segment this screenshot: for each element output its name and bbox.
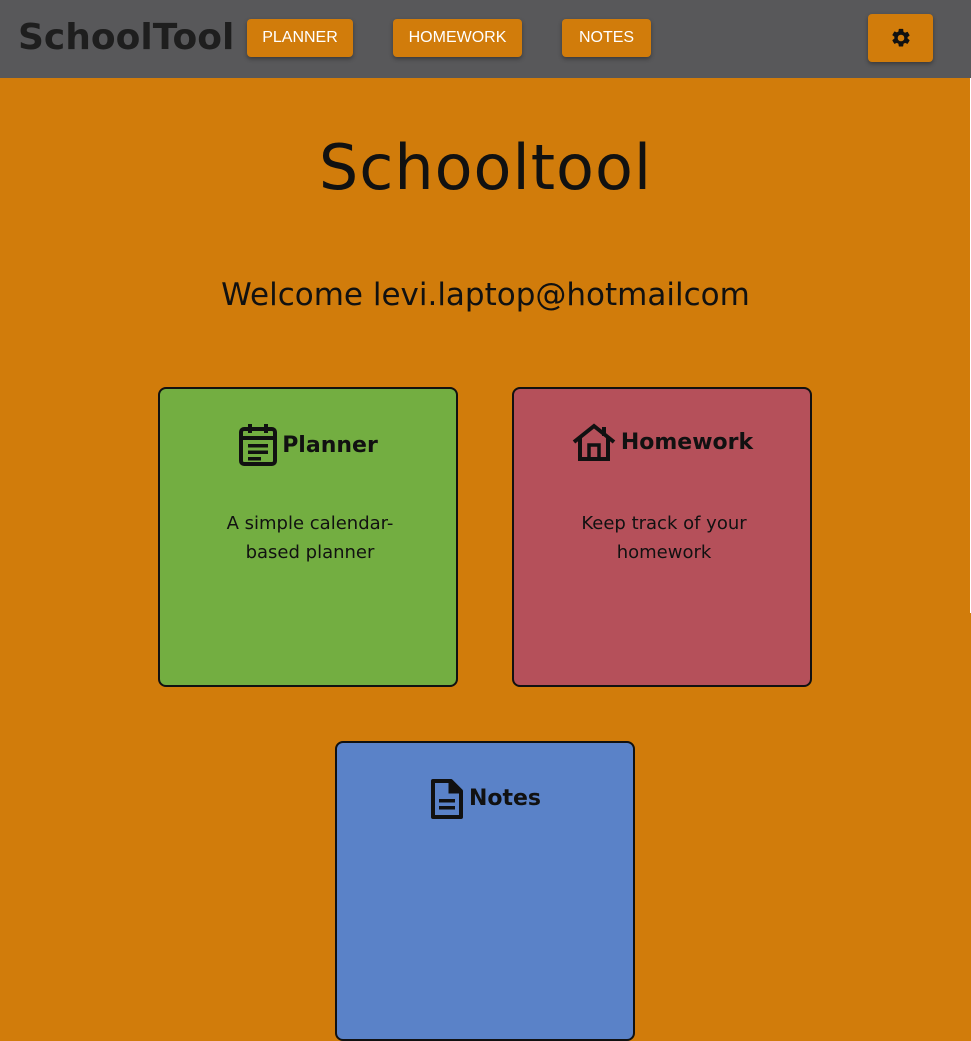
planner-card-title: Planner — [282, 432, 378, 458]
settings-button[interactable] — [868, 14, 933, 62]
app-logo[interactable]: SchoolTool — [18, 14, 234, 62]
planner-card-description: A simple calendar-based planner — [226, 513, 394, 563]
notes-card-title: Notes — [468, 785, 542, 811]
notes-card-header: Notes — [337, 777, 633, 819]
planner-card-header: Planner — [160, 423, 456, 467]
top-navigation-bar: SchoolTool PLANNER HOMEWORK NOTES — [0, 0, 971, 78]
homework-card[interactable]: Homework Keep track of your homework — [512, 387, 812, 687]
planner-card[interactable]: Planner A simple calendar-based planner — [158, 387, 458, 687]
house-icon — [572, 423, 616, 461]
page-title: Schooltool — [318, 131, 653, 204]
gear-icon — [891, 28, 910, 47]
homework-card-title: Homework — [620, 429, 754, 455]
nav-homework-button[interactable]: HOMEWORK — [393, 19, 522, 57]
document-icon — [430, 779, 463, 819]
homework-card-header: Homework — [514, 423, 810, 461]
nav-planner-button[interactable]: PLANNER — [247, 19, 353, 57]
notes-card[interactable]: Notes — [335, 741, 635, 1041]
calendar-icon — [239, 424, 278, 466]
nav-notes-button[interactable]: NOTES — [562, 19, 651, 57]
homework-card-description: Keep track of your homework — [581, 513, 747, 563]
welcome-message: Welcome levi.laptop@hotmailcom — [221, 277, 750, 313]
